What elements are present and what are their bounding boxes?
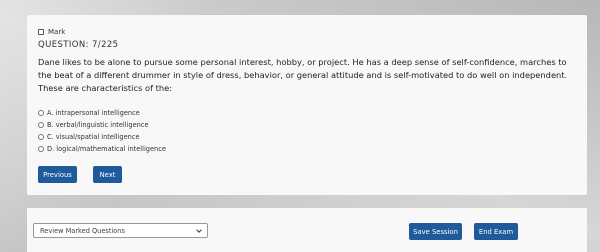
radio-option-c[interactable] (38, 134, 44, 140)
answer-options: A. intrapersonal intelligence B. verbal/… (38, 107, 166, 155)
radio-option-d[interactable] (38, 146, 44, 152)
review-select-value: Review Marked Questions (40, 226, 125, 235)
next-button[interactable]: Next (93, 166, 122, 183)
mark-row[interactable]: Mark (38, 28, 65, 36)
option-d[interactable]: D. logical/mathematical intelligence (38, 143, 166, 155)
end-exam-button[interactable]: End Exam (474, 223, 518, 240)
mark-checkbox[interactable] (38, 29, 44, 35)
option-b[interactable]: B. verbal/linguistic intelligence (38, 119, 166, 131)
footer-bar: Review Marked Questions Save Session End… (27, 208, 587, 252)
mark-label: Mark (48, 28, 66, 36)
option-a-label: A. intrapersonal intelligence (47, 109, 140, 117)
previous-button[interactable]: Previous (38, 166, 77, 183)
question-card: Mark QUESTION: 7/225 Dane likes to be al… (27, 15, 587, 195)
review-marked-select[interactable]: Review Marked Questions (33, 223, 208, 238)
chevron-down-icon (196, 229, 202, 233)
radio-option-b[interactable] (38, 122, 44, 128)
save-session-button[interactable]: Save Session (409, 223, 462, 240)
question-text: Dane likes to be alone to pursue some pe… (38, 57, 568, 93)
option-c[interactable]: C. visual/spatial intelligence (38, 131, 166, 143)
option-b-label: B. verbal/linguistic intelligence (47, 121, 149, 129)
option-d-label: D. logical/mathematical intelligence (47, 145, 166, 153)
question-title: QUESTION: 7/225 (38, 40, 119, 50)
radio-option-a[interactable] (38, 110, 44, 116)
option-a[interactable]: A. intrapersonal intelligence (38, 107, 166, 119)
option-c-label: C. visual/spatial intelligence (47, 133, 140, 141)
